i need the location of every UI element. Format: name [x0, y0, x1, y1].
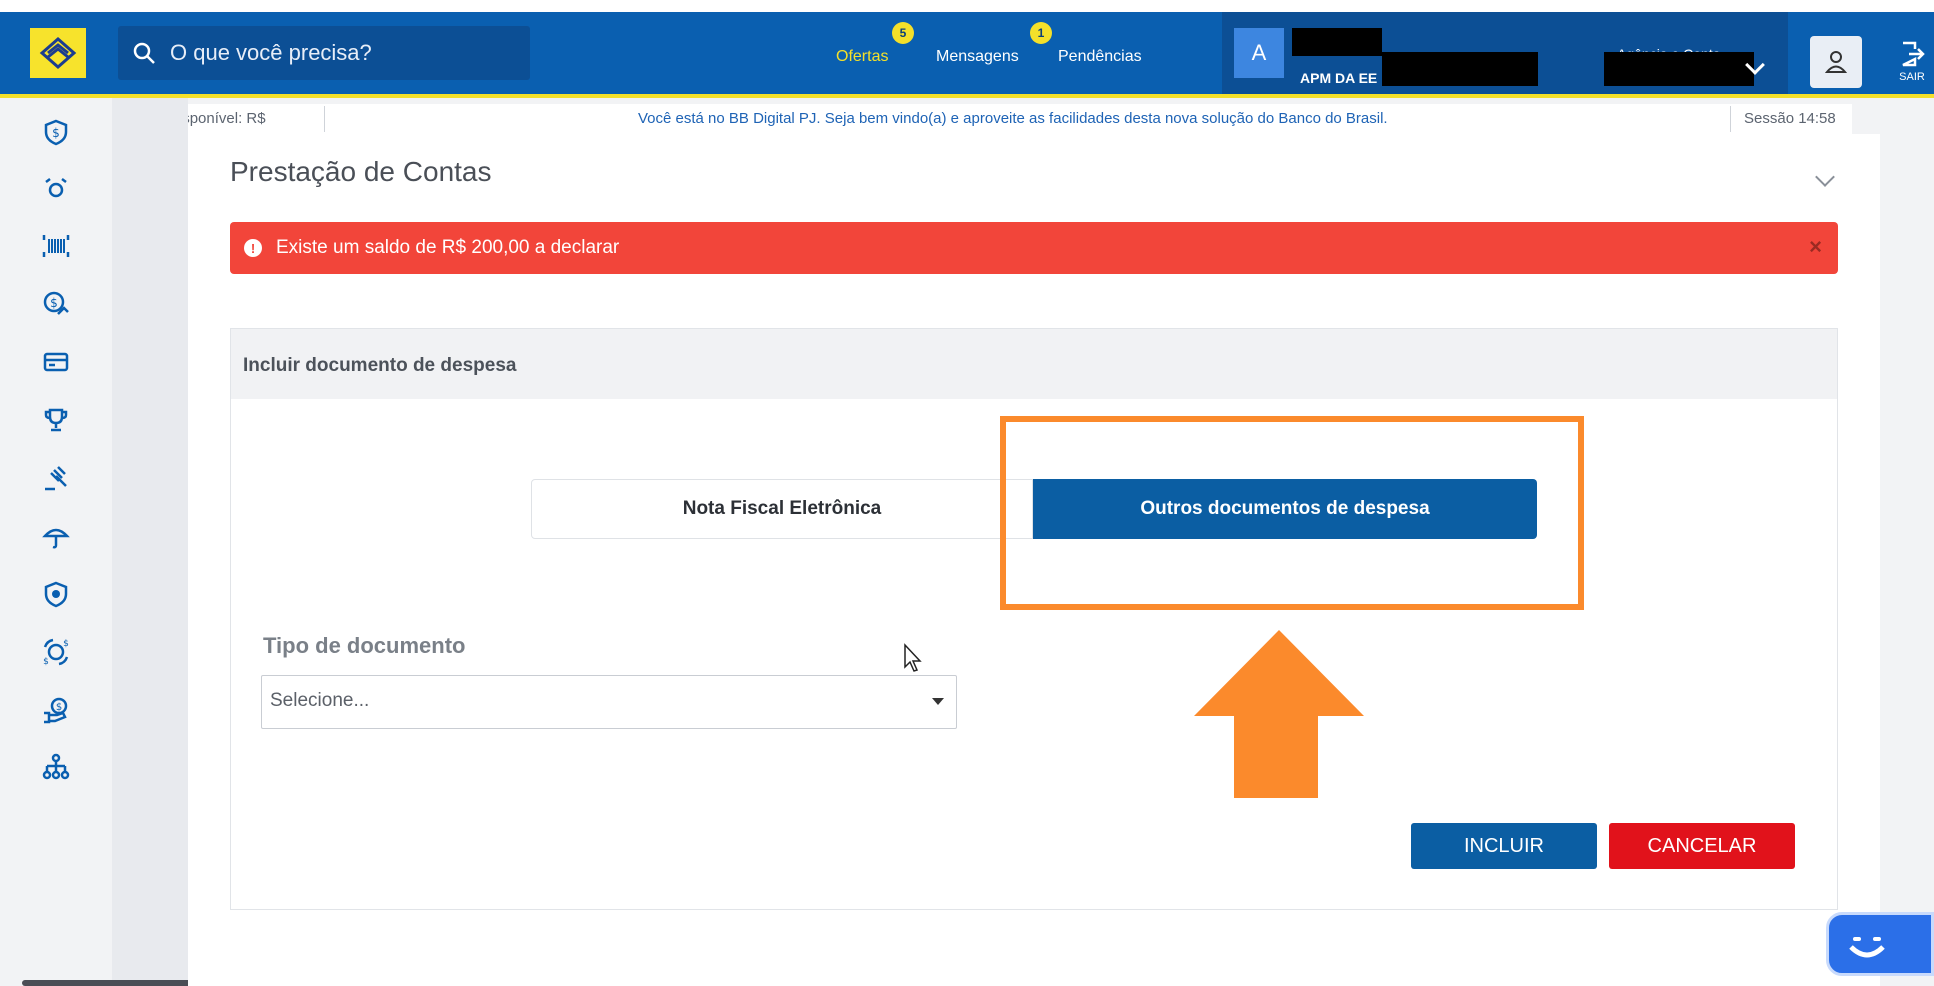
cancelar-button[interactable]: CANCELAR — [1609, 823, 1795, 869]
welcome-message: Você está no BB Digital PJ. Seja bem vin… — [638, 110, 1388, 127]
chevron-down-icon[interactable] — [1815, 167, 1835, 187]
nav-ofertas[interactable]: Ofertas — [836, 48, 888, 66]
search-bar[interactable]: O que você precisa? — [118, 26, 530, 80]
tipo-documento-label: Tipo de documento — [263, 633, 466, 658]
bb-logo[interactable] — [30, 28, 86, 78]
auction-icon[interactable] — [38, 460, 74, 496]
divider — [1730, 106, 1731, 132]
dollar-growth-icon[interactable]: $ — [38, 286, 74, 322]
nav-pendencias[interactable]: Pendências — [1058, 48, 1142, 66]
tab-nota-fiscal[interactable]: Nota Fiscal Eletrônica — [531, 479, 1033, 539]
smile-icon — [1849, 937, 1885, 958]
top-bar: O que você precisa? Ofertas 5 Mensagens … — [0, 0, 1934, 98]
alert-banner: ! Existe um saldo de R$ 200,00 a declara… — [230, 222, 1838, 274]
user-icon — [1824, 51, 1848, 73]
ofertas-badge: 5 — [892, 22, 914, 44]
redacted-account — [1604, 52, 1754, 86]
tipo-documento-select[interactable]: Selecione... — [261, 675, 957, 729]
search-input[interactable]: O que você precisa? — [170, 40, 372, 66]
trophy-icon[interactable] — [38, 402, 74, 438]
logout-label: SAIR — [1899, 71, 1925, 83]
logout-icon — [1902, 41, 1925, 67]
nav-pendencias-label: Pendências — [1058, 48, 1142, 65]
svg-text:$: $ — [56, 702, 62, 713]
transfer-icon[interactable] — [38, 170, 74, 206]
alert-icon: ! — [244, 239, 262, 257]
redacted-name — [1292, 28, 1382, 56]
exchange-icon[interactable]: $ $ — [38, 634, 74, 670]
right-gutter — [1880, 98, 1934, 986]
scrollbar[interactable] — [22, 980, 194, 986]
close-icon[interactable]: × — [1809, 234, 1822, 260]
arrow-up-icon — [1194, 630, 1364, 798]
page-title: Prestação de Contas — [230, 156, 492, 187]
info-strip: Saldo disponível: R$ Você está no BB Dig… — [112, 104, 1852, 134]
divider — [324, 106, 325, 132]
highlight-box — [1000, 416, 1584, 610]
alert-message: Existe um saldo de R$ 200,00 a declarar — [276, 237, 620, 258]
company-avatar: A — [1234, 28, 1284, 78]
select-value: Selecione... — [270, 690, 370, 711]
redacted-company — [1382, 52, 1538, 86]
search-icon — [133, 42, 155, 64]
nav-ofertas-label: Ofertas — [836, 48, 889, 65]
svg-text:$: $ — [63, 639, 69, 649]
svg-text:$: $ — [43, 657, 49, 667]
hand-money-icon[interactable]: $ — [38, 692, 74, 728]
nav-mensagens[interactable]: Mensagens — [936, 48, 1019, 66]
org-chart-icon[interactable] — [38, 750, 74, 786]
chatbot-button[interactable] — [1826, 912, 1934, 976]
cursor-icon — [904, 643, 922, 672]
barcode-icon[interactable] — [38, 228, 74, 264]
incluir-button[interactable]: INCLUIR — [1411, 823, 1597, 869]
shield-icon[interactable] — [38, 576, 74, 612]
shield-dollar-icon[interactable]: $ — [38, 114, 74, 150]
svg-text:$: $ — [50, 296, 58, 310]
company-name: APM DA EE — [1300, 70, 1378, 86]
umbrella-icon[interactable] — [38, 518, 74, 554]
sidebar-gutter — [112, 98, 188, 986]
panel-title: Incluir documento de despesa — [231, 329, 1837, 399]
session-timer: Sessão 14:58 — [1744, 110, 1836, 127]
svg-text:$: $ — [52, 126, 60, 140]
sidebar: $ $ $ $ $ — [0, 98, 112, 986]
user-button[interactable] — [1810, 36, 1862, 88]
caret-down-icon — [932, 698, 944, 705]
card-icon[interactable] — [38, 344, 74, 380]
nav-mensagens-label: Mensagens — [936, 48, 1019, 65]
logout-button[interactable]: SAIR — [1892, 40, 1932, 83]
mensagens-badge: 1 — [1030, 22, 1052, 44]
